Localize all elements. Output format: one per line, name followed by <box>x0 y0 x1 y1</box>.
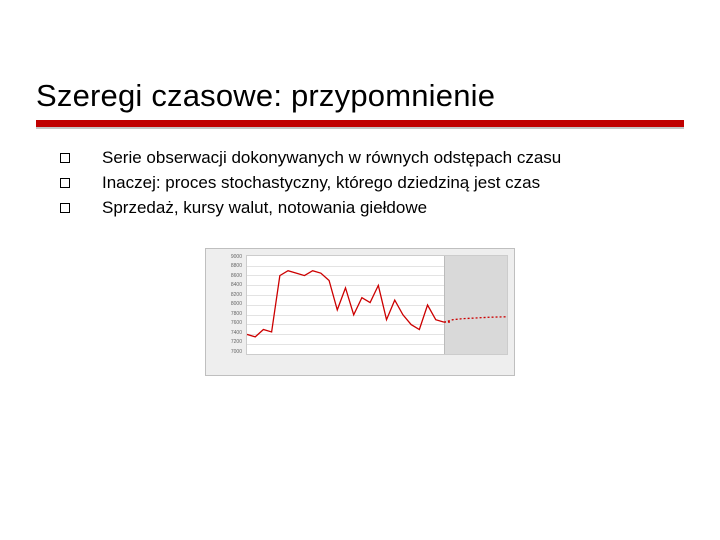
list-item: Serie obserwacji dokonywanych w równych … <box>60 147 660 170</box>
y-tick: 8200 <box>231 293 242 298</box>
y-tick: 8600 <box>231 274 242 279</box>
slide-title: Szeregi czasowe: przypomnienie <box>36 78 684 114</box>
embedded-chart: 9000 8800 8600 8400 8200 8000 7800 7600 … <box>205 248 515 376</box>
bullet-list: Serie obserwacji dokonywanych w równych … <box>60 147 660 220</box>
title-block: Szeregi czasowe: przypomnienie <box>0 0 720 129</box>
y-tick: 7600 <box>231 321 242 326</box>
y-tick: 8000 <box>231 302 242 307</box>
content-area: Serie obserwacji dokonywanych w równych … <box>0 129 720 376</box>
chart-plot-area <box>246 255 508 355</box>
y-tick: 8800 <box>231 264 242 269</box>
list-item: Sprzedaż, kursy walut, notowania giełdow… <box>60 197 660 220</box>
chart-y-axis-labels: 9000 8800 8600 8400 8200 8000 7800 7600 … <box>206 255 244 355</box>
underline-shadow <box>36 127 684 129</box>
list-item: Inaczej: proces stochastyczny, którego d… <box>60 172 660 195</box>
bullet-text: Sprzedaż, kursy walut, notowania giełdow… <box>102 197 427 220</box>
bullet-text: Inaczej: proces stochastyczny, którego d… <box>102 172 540 195</box>
y-tick: 9000 <box>231 255 242 260</box>
y-tick: 8400 <box>231 283 242 288</box>
slide: Szeregi czasowe: przypomnienie Serie obs… <box>0 0 720 540</box>
y-tick: 7000 <box>231 350 242 355</box>
y-tick: 7200 <box>231 340 242 345</box>
chart-line-svg <box>247 256 507 354</box>
underline-red <box>36 120 684 127</box>
square-bullet-icon <box>60 203 70 213</box>
title-underline <box>36 120 684 129</box>
y-tick: 7400 <box>231 331 242 336</box>
bullet-text: Serie obserwacji dokonywanych w równych … <box>102 147 561 170</box>
square-bullet-icon <box>60 153 70 163</box>
y-tick: 7800 <box>231 312 242 317</box>
square-bullet-icon <box>60 178 70 188</box>
